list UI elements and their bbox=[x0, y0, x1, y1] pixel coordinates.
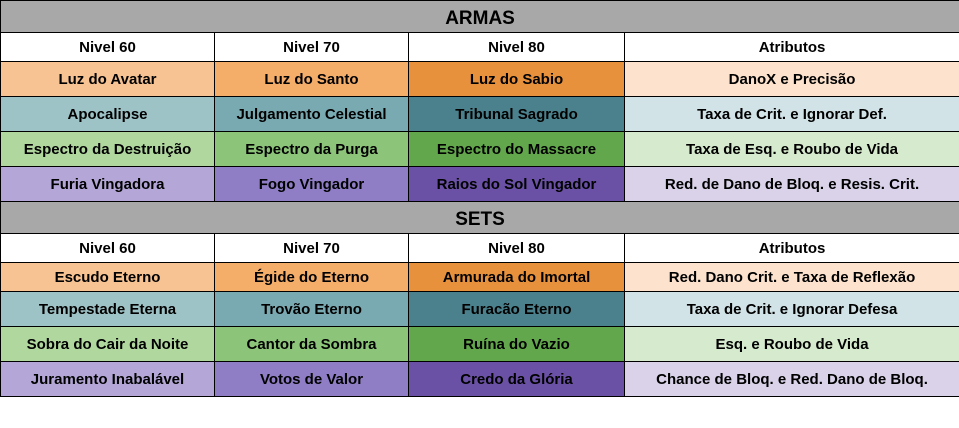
table-cell: Taxa de Crit. e Ignorar Def. bbox=[623, 96, 959, 132]
table-cell: Escudo Eterno bbox=[0, 262, 215, 292]
equipment-table: ARMAS Nivel 60 Nivel 70 Nivel 80 Atribut… bbox=[0, 0, 959, 397]
table-cell: Furia Vingadora bbox=[0, 166, 215, 202]
table-row: Escudo Eterno Égide do Eterno Armurada d… bbox=[0, 262, 959, 292]
column-header: Atributos bbox=[623, 233, 959, 263]
table-cell: Cantor da Sombra bbox=[214, 326, 409, 362]
column-header: Nivel 80 bbox=[408, 32, 625, 62]
table-cell: Votos de Valor bbox=[214, 361, 409, 397]
table-row: Sobra do Cair da Noite Cantor da Sombra … bbox=[0, 326, 959, 362]
column-header: Nivel 80 bbox=[408, 233, 625, 263]
table-cell: Armurada do Imortal bbox=[408, 262, 625, 292]
table-cell: Tempestade Eterna bbox=[0, 291, 215, 327]
table-cell: Red. Dano Crit. e Taxa de Reflexão bbox=[623, 262, 959, 292]
table-cell: Juramento Inabalável bbox=[0, 361, 215, 397]
table-cell: Taxa de Esq. e Roubo de Vida bbox=[623, 131, 959, 167]
table-row: Tempestade Eterna Trovão Eterno Furacão … bbox=[0, 291, 959, 327]
table-cell: Espectro do Massacre bbox=[408, 131, 625, 167]
table-cell: Apocalipse bbox=[0, 96, 215, 132]
table-row: Luz do Avatar Luz do Santo Luz do Sabio … bbox=[0, 61, 959, 97]
column-headers: Nivel 60 Nivel 70 Nivel 80 Atributos bbox=[0, 32, 959, 62]
table-cell: Espectro da Purga bbox=[214, 131, 409, 167]
table-cell: DanoX e Precisão bbox=[623, 61, 959, 97]
section-header-sets: SETS bbox=[0, 201, 959, 234]
table-cell: Furacão Eterno bbox=[408, 291, 625, 327]
column-header: Nivel 70 bbox=[214, 233, 409, 263]
table-cell: Julgamento Celestial bbox=[214, 96, 409, 132]
table-row: Furia Vingadora Fogo Vingador Raios do S… bbox=[0, 166, 959, 202]
table-cell: Espectro da Destruição bbox=[0, 131, 215, 167]
table-cell: Luz do Santo bbox=[214, 61, 409, 97]
column-header: Nivel 60 bbox=[0, 32, 215, 62]
table-cell: Luz do Sabio bbox=[408, 61, 625, 97]
column-header: Atributos bbox=[623, 32, 959, 62]
table-cell: Ruína do Vazio bbox=[408, 326, 625, 362]
table-cell: Tribunal Sagrado bbox=[408, 96, 625, 132]
table-cell: Luz do Avatar bbox=[0, 61, 215, 97]
table-cell: Égide do Eterno bbox=[214, 262, 409, 292]
column-headers: Nivel 60 Nivel 70 Nivel 80 Atributos bbox=[0, 233, 959, 263]
table-cell: Chance de Bloq. e Red. Dano de Bloq. bbox=[623, 361, 959, 397]
table-cell: Fogo Vingador bbox=[214, 166, 409, 202]
table-cell: Red. de Dano de Bloq. e Resis. Crit. bbox=[623, 166, 959, 202]
table-cell: Trovão Eterno bbox=[214, 291, 409, 327]
section-title: ARMAS bbox=[0, 0, 959, 33]
section-header-armas: ARMAS bbox=[0, 0, 959, 33]
table-cell: Taxa de Crit. e Ignorar Defesa bbox=[623, 291, 959, 327]
table-row: Apocalipse Julgamento Celestial Tribunal… bbox=[0, 96, 959, 132]
column-header: Nivel 60 bbox=[0, 233, 215, 263]
section-title: SETS bbox=[0, 201, 959, 234]
table-cell: Raios do Sol Vingador bbox=[408, 166, 625, 202]
table-row: Juramento Inabalável Votos de Valor Cred… bbox=[0, 361, 959, 397]
table-cell: Esq. e Roubo de Vida bbox=[623, 326, 959, 362]
table-cell: Credo da Glória bbox=[408, 361, 625, 397]
table-cell: Sobra do Cair da Noite bbox=[0, 326, 215, 362]
column-header: Nivel 70 bbox=[214, 32, 409, 62]
table-row: Espectro da Destruição Espectro da Purga… bbox=[0, 131, 959, 167]
